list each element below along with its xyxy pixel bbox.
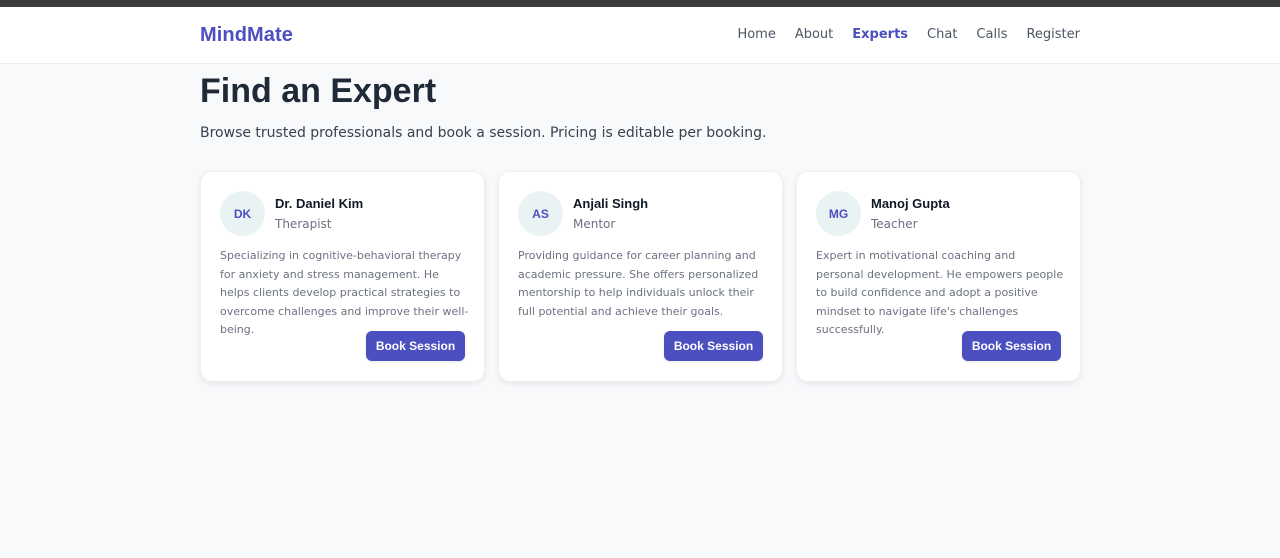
expert-description: Expert in motivational coaching and pers… <box>816 249 1064 336</box>
site-header: MindMate Home About Experts Chat Calls R… <box>0 7 1280 64</box>
expert-cards: DK Dr. Daniel Kim Therapist Specializing… <box>200 171 1081 382</box>
avatar: DK <box>220 191 265 236</box>
expert-card: MG Manoj Gupta Teacher Expert in motivat… <box>796 171 1081 382</box>
nav-about[interactable]: About <box>795 27 833 42</box>
expert-card: DK Dr. Daniel Kim Therapist Specializing… <box>200 171 485 382</box>
expert-name: Dr. Daniel Kim <box>275 196 364 211</box>
expert-description: Providing guidance for career planning a… <box>518 249 759 318</box>
book-session-button[interactable]: Book Session <box>664 331 763 361</box>
expert-card: AS Anjali Singh Mentor Providing guidanc… <box>498 171 783 382</box>
page-subtitle: Browse trusted professionals and book a … <box>200 125 767 141</box>
expert-role: Mentor <box>573 217 616 231</box>
nav-experts[interactable]: Experts <box>852 27 908 42</box>
brand-logo[interactable]: MindMate <box>200 24 293 47</box>
nav-register[interactable]: Register <box>1026 27 1080 42</box>
expert-description: Specializing in cognitive-behavioral the… <box>220 249 469 336</box>
book-session-button[interactable]: Book Session <box>962 331 1061 361</box>
expert-role: Teacher <box>871 217 918 231</box>
nav-home[interactable]: Home <box>737 27 775 42</box>
nav-calls[interactable]: Calls <box>976 27 1007 42</box>
avatar: AS <box>518 191 563 236</box>
window-top-bar <box>0 0 1280 7</box>
book-session-button[interactable]: Book Session <box>366 331 465 361</box>
main-nav: Home About Experts Chat Calls Register <box>737 27 1080 42</box>
nav-chat[interactable]: Chat <box>927 27 957 42</box>
expert-role: Therapist <box>275 217 332 231</box>
page-title: Find an Expert <box>200 72 437 110</box>
expert-name: Manoj Gupta <box>871 196 950 211</box>
avatar: MG <box>816 191 861 236</box>
expert-name: Anjali Singh <box>573 196 649 211</box>
